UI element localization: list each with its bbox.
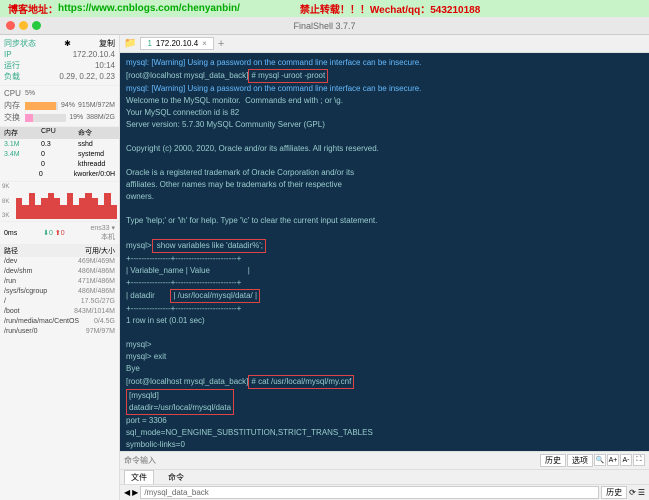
proc-header: 内存CPU命令	[0, 127, 119, 139]
disk-row[interactable]: /run/media/mac/CentOS0/4.5G	[4, 317, 115, 327]
proc-row[interactable]: 3.1M0.3sshd	[4, 140, 115, 150]
disk-row[interactable]: /dev/shm486M/486M	[4, 267, 115, 277]
window-title: FinalShell 3.7.7	[293, 21, 355, 31]
path-history-button[interactable]: 历史	[601, 486, 627, 499]
command-input-bar: 历史 选项 🔍 A+ A- ⛶	[120, 451, 649, 469]
net-panel: 0ms ⬇0 ⬆0 ens33 ▾本机	[0, 222, 119, 245]
stats-panel: CPU5% 内存 94%915M/972M 交换 19%388M/2G	[0, 86, 119, 127]
font-plus-icon[interactable]: A+	[607, 454, 619, 466]
disk-row[interactable]: /boot843M/1014M	[4, 307, 115, 317]
path-bar: ◀ ▶ /mysql_data_back 历史 ⟳ ☰	[120, 484, 649, 500]
latency: 0ms	[4, 230, 17, 237]
eth-select[interactable]: ens33 ▾	[90, 224, 115, 232]
disk-list: /dev469M/469M /dev/shm486M/486M /run471M…	[0, 257, 119, 337]
proc-row[interactable]: 3.4M0systemd	[4, 150, 115, 160]
swap-bar	[25, 114, 66, 122]
h-cpu: CPU	[41, 128, 78, 138]
options-button[interactable]: 选项	[567, 454, 593, 467]
history-button[interactable]: 历史	[540, 454, 566, 467]
mem-label: 内存	[4, 100, 22, 112]
menu-icon[interactable]: ☰	[638, 488, 645, 497]
warn-text: 禁止转载！！！Wechat/qq：543210188	[300, 1, 480, 16]
disk-header: 路径可用/大小	[0, 245, 119, 257]
add-tab-icon[interactable]: +	[218, 38, 224, 50]
refresh-icon[interactable]: ⟳	[629, 488, 636, 497]
sync-icon: ✱	[64, 38, 71, 49]
tab-commands[interactable]: 命令	[162, 471, 190, 484]
file-tabs: 文件 命令	[120, 469, 649, 484]
tabs: 📁 1172.20.10.4× +	[120, 35, 649, 53]
proc-row[interactable]: 0kthreadd	[4, 160, 115, 170]
maximize-icon[interactable]	[32, 21, 41, 30]
copy-btn[interactable]: 复制	[99, 38, 115, 49]
close-icon[interactable]	[6, 21, 15, 30]
proc-list: 3.1M0.3sshd 3.4M0systemd 0kthreadd 0kwor…	[0, 139, 119, 182]
traffic-lights	[6, 21, 41, 30]
disk-row[interactable]: /sys/fs/cgroup486M/486M	[4, 287, 115, 297]
swap-label: 交换	[4, 112, 22, 124]
back-icon[interactable]: ◀	[124, 488, 130, 497]
download-icon: ⬇0	[43, 230, 53, 237]
forward-icon[interactable]: ▶	[132, 488, 138, 497]
tab-files[interactable]: 文件	[124, 470, 154, 484]
run-value: 10:14	[95, 60, 115, 71]
mem-pct: 94%	[61, 100, 75, 112]
ip-label: IP	[4, 49, 12, 60]
h-mem: 内存	[4, 128, 41, 138]
mem-sz: 915M/972M	[78, 100, 115, 112]
sync-status: 同步状态	[4, 38, 36, 49]
disk-row[interactable]: /17.5G/27G	[4, 297, 115, 307]
url-label: 博客地址：	[8, 1, 58, 16]
minimize-icon[interactable]	[19, 21, 28, 30]
tab-session[interactable]: 1172.20.10.4×	[140, 37, 213, 50]
load-value: 0.29, 0.22, 0.23	[59, 71, 115, 82]
mem-bar	[25, 102, 58, 110]
titlebar: FinalShell 3.7.7	[0, 17, 649, 35]
close-tab-icon[interactable]: ×	[202, 39, 207, 48]
content: 📁 1172.20.10.4× + mysql: [Warning] Using…	[120, 35, 649, 500]
sync-panel: 同步状态 ✱ 复制 IP 172.20.10.4 运行 10:14 负载 0.29, 0.…	[0, 35, 119, 86]
sidebar: 同步状态 ✱ 复制 IP 172.20.10.4 运行 10:14 负载 0.29, 0.…	[0, 35, 120, 500]
ip-value: 172.20.10.4	[73, 49, 115, 60]
search-icon[interactable]: 🔍	[594, 454, 606, 466]
path-field[interactable]: /mysql_data_back	[140, 486, 599, 499]
folder-icon[interactable]: 📁	[124, 38, 136, 49]
run-label: 运行	[4, 60, 20, 71]
command-input[interactable]	[124, 456, 540, 465]
disk-row[interactable]: /dev469M/469M	[4, 257, 115, 267]
url-value: https://www.cnblogs.com/chenyanbin/	[58, 3, 240, 14]
cpu-chart: 9K8K3K	[0, 182, 119, 222]
upload-icon: ⬆0	[55, 230, 65, 237]
proc-row[interactable]: 0kworker/0:0H	[4, 170, 115, 180]
swap-pct: 19%	[69, 112, 83, 124]
local-label: 本机	[90, 232, 115, 242]
banner: 博客地址： https://www.cnblogs.com/chenyanbin…	[0, 0, 649, 17]
font-minus-icon[interactable]: A-	[620, 454, 632, 466]
cpu-label: CPU	[4, 88, 22, 100]
cpu-pct: 5%	[25, 88, 35, 100]
terminal[interactable]: mysql: [Warning] Using a password on the…	[120, 53, 649, 451]
swap-sz: 388M/2G	[86, 112, 115, 124]
load-label: 负载	[4, 71, 20, 82]
h-cmd: 命令	[78, 128, 115, 138]
disk-row[interactable]: /run/user/097M/97M	[4, 327, 115, 337]
expand-icon[interactable]: ⛶	[633, 454, 645, 466]
disk-row[interactable]: /run471M/486M	[4, 277, 115, 287]
